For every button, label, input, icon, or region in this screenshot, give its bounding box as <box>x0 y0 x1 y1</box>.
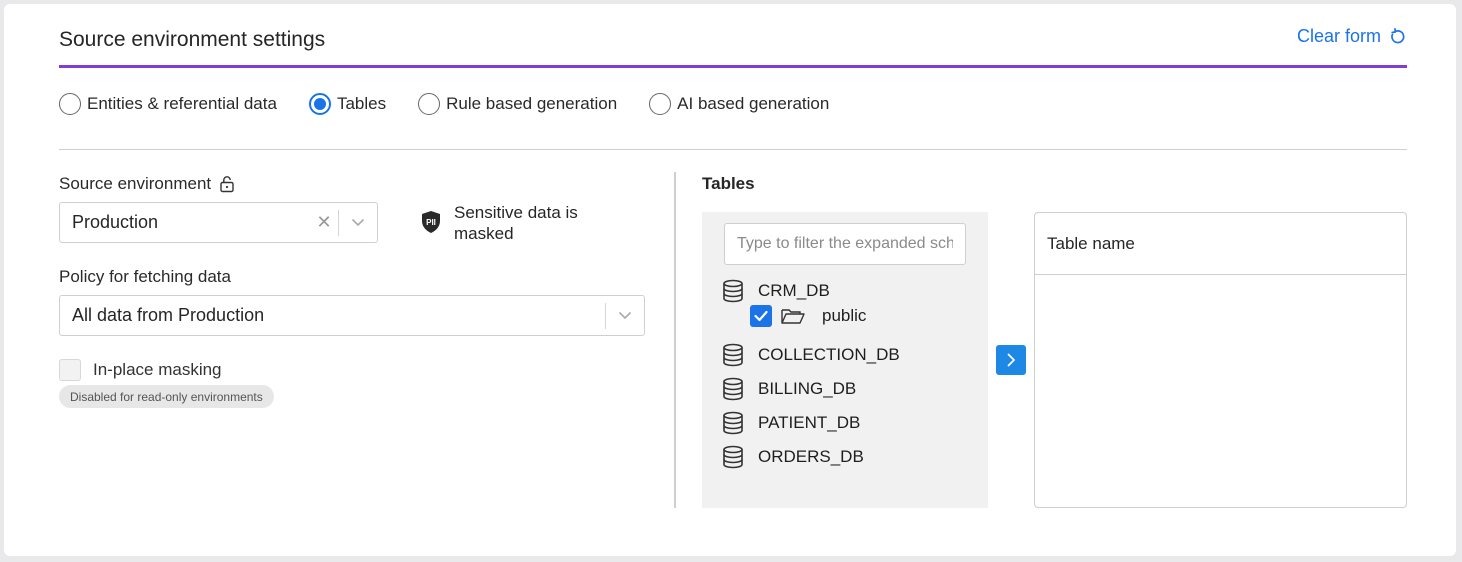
svg-text:PII: PII <box>426 218 436 227</box>
radio-button[interactable] <box>59 93 81 115</box>
policy-value: All data from Production <box>72 305 265 325</box>
source-environment-label: Source environment <box>59 174 235 194</box>
tree-item-crm-db[interactable]: CRM_DB <box>722 279 830 303</box>
divider <box>59 149 1407 150</box>
chevron-down-icon[interactable] <box>339 218 377 227</box>
schema-filter-input[interactable] <box>724 223 966 265</box>
schema-label: public <box>822 306 867 325</box>
public-schema-checkbox[interactable] <box>750 305 772 327</box>
radio-entities[interactable]: Entities & referential data <box>59 93 277 115</box>
radio-label: Entities & referential data <box>87 94 277 113</box>
database-icon <box>723 445 743 469</box>
chevron-right-icon <box>1007 353 1015 367</box>
database-label: CRM_DB <box>758 281 830 300</box>
selected-tables-panel: Table name <box>1034 212 1407 508</box>
source-environment-value: Production <box>72 212 159 232</box>
database-icon <box>723 279 743 303</box>
move-right-button[interactable] <box>996 345 1026 375</box>
radio-label: Rule based generation <box>446 94 618 113</box>
source-environment-label-text: Source environment <box>59 174 212 193</box>
page-title: Source environment settings <box>59 28 326 51</box>
database-label: PATIENT_DB <box>758 413 861 432</box>
settings-card: Source environment settings Clear form E… <box>4 4 1456 556</box>
policy-select[interactable]: All data from Production <box>59 295 645 336</box>
database-label: ORDERS_DB <box>758 447 864 466</box>
tree-item-patient-db[interactable]: PATIENT_DB <box>722 411 860 435</box>
source-environment-select[interactable]: Production ✕ <box>59 202 378 243</box>
radio-label: Tables <box>336 94 387 113</box>
checkmark-icon <box>754 310 768 322</box>
policy-label: Policy for fetching data <box>59 267 231 287</box>
database-icon <box>723 411 743 435</box>
table-name-column-header: Table name <box>1035 213 1406 275</box>
pii-status-text: Sensitive data is masked <box>454 203 578 243</box>
radio-label: AI based generation <box>677 94 830 113</box>
radio-button[interactable] <box>308 93 331 115</box>
radio-button[interactable] <box>418 93 441 115</box>
database-label: BILLING_DB <box>758 379 857 398</box>
folder-open-icon <box>781 309 805 324</box>
in-place-masking-option: In-place masking <box>59 359 222 381</box>
vertical-divider <box>674 172 676 508</box>
tree-item-public-schema[interactable]: public <box>750 305 866 327</box>
tree-item-orders-db[interactable]: ORDERS_DB <box>722 445 864 469</box>
clear-form-label: Clear form <box>1296 26 1381 46</box>
in-place-masking-label: In-place masking <box>93 360 222 379</box>
pii-shield-icon: PII <box>422 211 440 233</box>
clear-form-button[interactable]: Clear form <box>1297 26 1407 47</box>
generation-mode-radio-group: Entities & referential data Tables Rule … <box>59 93 861 115</box>
table-name-header-label: Table name <box>1047 233 1135 253</box>
database-icon <box>723 343 743 367</box>
radio-ai-based[interactable]: AI based generation <box>649 93 829 115</box>
radio-tables[interactable]: Tables <box>308 93 387 115</box>
chevron-down-icon[interactable] <box>606 311 644 320</box>
database-icon <box>723 377 743 401</box>
pii-masked-indicator: PII Sensitive data is masked <box>420 202 604 244</box>
tree-item-billing-db[interactable]: BILLING_DB <box>722 377 856 401</box>
radio-button[interactable] <box>649 93 672 115</box>
disabled-badge: Disabled for read-only environments <box>59 385 274 408</box>
tree-item-collection-db[interactable]: COLLECTION_DB <box>722 343 900 367</box>
in-place-masking-checkbox[interactable] <box>59 359 81 381</box>
database-label: COLLECTION_DB <box>758 345 900 364</box>
lock-icon <box>220 176 234 193</box>
policy-label-text: Policy for fetching data <box>59 267 231 286</box>
refresh-icon <box>1391 27 1405 43</box>
clear-selection-icon[interactable]: ✕ <box>310 212 338 233</box>
section-header: Source environment settings Clear form <box>59 26 1407 68</box>
radio-rule-based[interactable]: Rule based generation <box>418 93 617 115</box>
schema-tree-panel: CRM_DB public COLLECTION_DB <box>702 212 988 508</box>
tables-heading: Tables <box>702 174 755 193</box>
